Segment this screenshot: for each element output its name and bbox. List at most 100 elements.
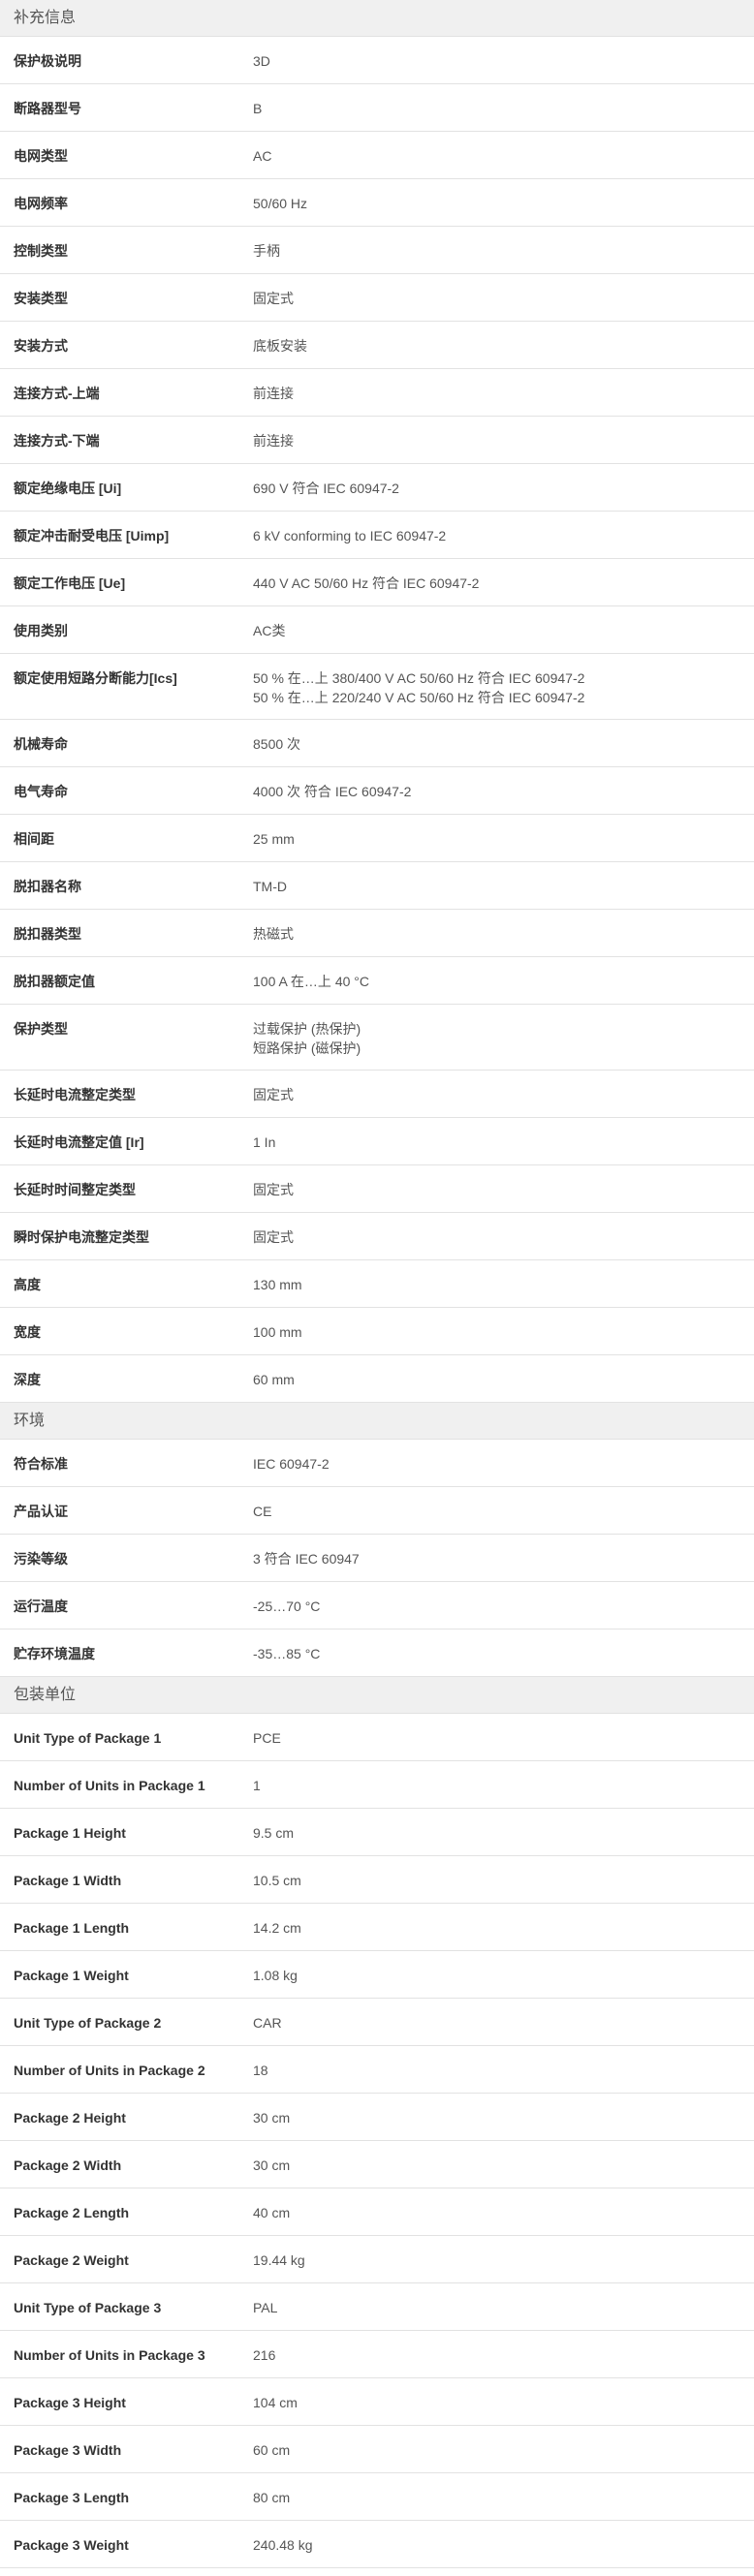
- spec-row: 瞬时保护电流整定类型 固定式: [0, 1213, 754, 1260]
- spec-row: Package 2 Length 40 cm: [0, 2188, 754, 2236]
- spec-label: Package 3 Height: [14, 2395, 126, 2410]
- spec-section: 补充信息 保护极说明 3D 断路器型号 B 电网类型 AC 电网频率 50/60 Hz 控制类型 手…: [0, 0, 754, 1403]
- spec-row: 安装方式 底板安装: [0, 322, 754, 369]
- spec-value-line: 240.48 kg: [253, 2537, 313, 2553]
- spec-row: 额定工作电压 [Ue] 440 V AC 50/60 Hz 符合 IEC 6094…: [0, 559, 754, 606]
- spec-row: 保护极说明 3D: [0, 37, 754, 84]
- spec-value-line: 690 V 符合 IEC 60947-2: [253, 481, 399, 496]
- spec-label: Package 3 Length: [14, 2490, 130, 2505]
- spec-row: 额定冲击耐受电压 [Uimp] 6 kV conforming to IEC 60…: [0, 512, 754, 559]
- spec-label: 深度: [14, 1372, 41, 1387]
- spec-value-line: -35…85 °C: [253, 1646, 321, 1661]
- spec-label: 安装方式: [14, 338, 68, 354]
- spec-value: 30 cm: [253, 2108, 754, 2128]
- spec-value-line: PAL: [253, 2300, 278, 2315]
- spec-row: Package 2 Weight 19.44 kg: [0, 2236, 754, 2283]
- spec-value-line: 前连接: [253, 433, 294, 449]
- spec-row: 脱扣器名称 TM-D: [0, 862, 754, 910]
- spec-label: Unit Type of Package 1: [14, 1730, 162, 1746]
- spec-row: Unit Type of Package 2 CAR: [0, 1999, 754, 2046]
- spec-label: 电网类型: [14, 148, 68, 164]
- spec-row: Package 1 Length 14.2 cm: [0, 1904, 754, 1951]
- spec-label: 控制类型: [14, 243, 68, 259]
- spec-row: 电网频率 50/60 Hz: [0, 179, 754, 227]
- spec-value-line: 固定式: [253, 1229, 294, 1245]
- spec-label: 污染等级: [14, 1551, 68, 1567]
- spec-section: 包装单位 Unit Type of Package 1 PCE Number of U…: [0, 1677, 754, 2568]
- spec-label: Number of Units in Package 2: [14, 2063, 205, 2078]
- spec-value-line: TM-D: [253, 879, 287, 894]
- spec-value-line: AC类: [253, 623, 286, 638]
- spec-value: 手柄: [253, 241, 754, 262]
- spec-row: Number of Units in Package 2 18: [0, 2046, 754, 2094]
- spec-value-line: 3 符合 IEC 60947: [253, 1551, 360, 1567]
- spec-value: -35…85 °C: [253, 1644, 754, 1664]
- spec-row: 电气寿命 4000 次 符合 IEC 60947-2: [0, 767, 754, 815]
- spec-row: 长延时时间整定类型 固定式: [0, 1165, 754, 1213]
- spec-value-line: 热磁式: [253, 926, 294, 942]
- spec-value: B: [253, 99, 754, 119]
- spec-value: 19.44 kg: [253, 2250, 754, 2271]
- spec-row: 控制类型 手柄: [0, 227, 754, 274]
- spec-label: Package 2 Length: [14, 2205, 130, 2220]
- spec-row: Package 2 Width 30 cm: [0, 2141, 754, 2188]
- spec-label: 产品认证: [14, 1504, 68, 1519]
- spec-value: CAR: [253, 2013, 754, 2033]
- spec-row: Package 1 Width 10.5 cm: [0, 1856, 754, 1904]
- spec-value: 前连接: [253, 431, 754, 451]
- spec-value-line: 前连接: [253, 386, 294, 401]
- spec-row: Package 3 Length 80 cm: [0, 2473, 754, 2521]
- spec-row: 贮存环境温度 -35…85 °C: [0, 1629, 754, 1677]
- spec-value-line: 60 mm: [253, 1372, 295, 1387]
- spec-row: 深度 60 mm: [0, 1355, 754, 1403]
- spec-value: 8500 次: [253, 734, 754, 755]
- spec-value-line: 25 mm: [253, 831, 295, 847]
- spec-label: 电气寿命: [14, 784, 68, 799]
- spec-value: 80 cm: [253, 2488, 754, 2508]
- spec-value-line: 固定式: [253, 1182, 294, 1197]
- spec-value-line: 30 cm: [253, 2110, 291, 2126]
- spec-value: -25…70 °C: [253, 1597, 754, 1617]
- spec-value-line: 100 A 在…上 40 °C: [253, 974, 369, 989]
- spec-label: 使用类别: [14, 623, 68, 638]
- spec-value-line: AC: [253, 148, 272, 164]
- spec-value-line: 19.44 kg: [253, 2252, 305, 2268]
- spec-label: 额定使用短路分断能力[Ics]: [14, 670, 177, 686]
- spec-value-line: 60 cm: [253, 2442, 291, 2458]
- spec-value: 690 V 符合 IEC 60947-2: [253, 479, 754, 499]
- spec-label: 脱扣器额定值: [14, 974, 95, 989]
- spec-value-line: 104 cm: [253, 2395, 298, 2410]
- spec-value-line: 440 V AC 50/60 Hz 符合 IEC 60947-2: [253, 575, 480, 591]
- spec-value: 240.48 kg: [253, 2535, 754, 2556]
- spec-value: 100 A 在…上 40 °C: [253, 972, 754, 992]
- spec-value: 1 In: [253, 1133, 754, 1153]
- spec-value-line: 4000 次 符合 IEC 60947-2: [253, 784, 412, 799]
- section-header: 包装单位: [0, 1677, 754, 1714]
- spec-value: 50/60 Hz: [253, 194, 754, 214]
- spec-value-line: 1: [253, 1778, 261, 1793]
- spec-label: Package 2 Weight: [14, 2252, 129, 2268]
- spec-row: 脱扣器类型 热磁式: [0, 910, 754, 957]
- spec-row: Package 3 Height 104 cm: [0, 2378, 754, 2426]
- spec-label: 电网频率: [14, 196, 68, 211]
- spec-value: 130 mm: [253, 1275, 754, 1295]
- spec-label: Package 1 Length: [14, 1920, 130, 1936]
- spec-value: 固定式: [253, 1180, 754, 1200]
- spec-row: 高度 130 mm: [0, 1260, 754, 1308]
- spec-label: 机械寿命: [14, 736, 68, 752]
- spec-value-line: 固定式: [253, 291, 294, 306]
- spec-value: 过载保护 (热保护) 短路保护 (磁保护): [253, 1019, 754, 1058]
- spec-value: 60 mm: [253, 1370, 754, 1390]
- spec-value: 100 mm: [253, 1322, 754, 1343]
- spec-value: 30 cm: [253, 2156, 754, 2176]
- spec-value: 固定式: [253, 1227, 754, 1248]
- spec-value-line: 10.5 cm: [253, 1873, 301, 1888]
- section-header: 补充信息: [0, 0, 754, 37]
- spec-row: 连接方式-下端 前连接: [0, 417, 754, 464]
- spec-label: Unit Type of Package 2: [14, 2015, 162, 2031]
- spec-label: 宽度: [14, 1324, 41, 1340]
- spec-row: 机械寿命 8500 次: [0, 720, 754, 767]
- spec-label: 相间距: [14, 831, 54, 847]
- spec-value: TM-D: [253, 877, 754, 897]
- spec-row: Number of Units in Package 1 1: [0, 1761, 754, 1809]
